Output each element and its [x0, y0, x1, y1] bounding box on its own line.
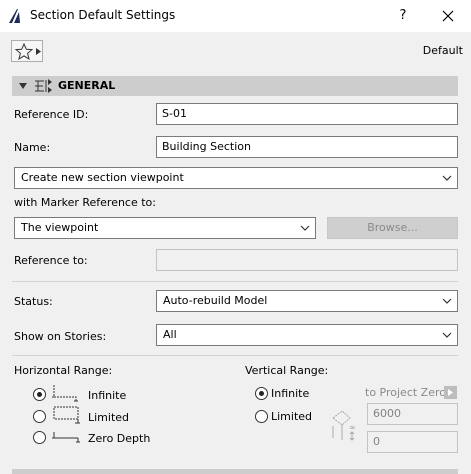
- horizontal-range-label: Horizontal Range:: [14, 364, 113, 377]
- star-icon: [15, 43, 33, 60]
- favorites-button[interactable]: [11, 40, 43, 62]
- chevron-down-icon: [442, 175, 452, 181]
- horizontal-infinite-label: Infinite: [88, 389, 127, 402]
- svg-text:∞: ∞: [349, 423, 356, 432]
- chevron-down-icon: [300, 225, 310, 231]
- to-project-zero-label: to Project Zero: [365, 386, 446, 399]
- name-input[interactable]: Building Section: [156, 136, 458, 158]
- chevron-down-icon: [442, 332, 452, 338]
- viewpoint-select-value: Create new section viewpoint: [21, 171, 184, 184]
- horizontal-limited-radio[interactable]: [33, 410, 46, 423]
- horizontal-limited-label: Limited: [88, 411, 130, 424]
- triangle-right-icon: [36, 48, 41, 55]
- show-on-stories-select[interactable]: All: [156, 324, 458, 346]
- show-on-stories-label: Show on Stories:: [14, 330, 107, 343]
- project-zero-menu-button[interactable]: [444, 386, 457, 399]
- vertical-limited-label: Limited: [271, 410, 313, 423]
- section-tool-icon: [35, 79, 52, 93]
- vertical-top-value-field: 6000: [367, 403, 458, 425]
- horizontal-infinite-radio[interactable]: [33, 388, 46, 401]
- reference-id-label: Reference ID:: [14, 108, 89, 121]
- general-panel-header[interactable]: GENERAL: [12, 76, 458, 96]
- horizontal-zero-depth-label: Zero Depth: [88, 432, 151, 445]
- chevron-down-icon: [442, 298, 452, 304]
- marker-reference-select[interactable]: The viewpoint: [14, 217, 316, 239]
- next-panel-header[interactable]: [12, 469, 458, 474]
- archicad-logo-icon: [9, 9, 20, 23]
- title-bar: Section Default Settings ?: [0, 0, 471, 32]
- help-button[interactable]: ?: [393, 5, 413, 27]
- limited-range-icon: [53, 406, 80, 424]
- horizontal-zero-depth-radio[interactable]: [33, 431, 46, 444]
- close-button[interactable]: [436, 5, 460, 27]
- reference-to-label: Reference to:: [14, 254, 88, 267]
- triangle-right-icon: [448, 389, 453, 396]
- vertical-limited-radio[interactable]: [255, 410, 268, 423]
- default-label: Default: [422, 44, 463, 57]
- status-select-value: Auto-rebuild Model: [163, 294, 268, 307]
- marker-reference-value: The viewpoint: [21, 221, 99, 234]
- marker-reference-label: with Marker Reference to:: [14, 196, 156, 209]
- status-select[interactable]: Auto-rebuild Model: [156, 290, 458, 312]
- infinite-range-icon: [52, 385, 78, 402]
- vertical-range-label: Vertical Range:: [245, 364, 329, 377]
- show-on-stories-value: All: [163, 328, 177, 341]
- status-label: Status:: [14, 295, 53, 308]
- vertical-range-icon: ∞: [332, 410, 356, 441]
- vertical-infinite-label: Infinite: [271, 387, 310, 400]
- divider: [12, 281, 458, 282]
- viewpoint-select[interactable]: Create new section viewpoint: [14, 167, 458, 189]
- general-panel-title: GENERAL: [58, 79, 116, 92]
- reference-id-input[interactable]: S-01: [156, 103, 458, 125]
- collapse-arrow-icon: [19, 83, 27, 89]
- divider: [12, 355, 458, 356]
- vertical-infinite-radio[interactable]: [255, 387, 268, 400]
- reference-to-field: [156, 249, 458, 271]
- vertical-bottom-value-field: 0: [367, 431, 458, 453]
- window-title: Section Default Settings: [30, 8, 176, 22]
- zero-depth-range-icon: [52, 432, 80, 443]
- close-icon: [442, 10, 454, 22]
- browse-button[interactable]: Browse...: [327, 217, 458, 239]
- name-label: Name:: [14, 141, 51, 154]
